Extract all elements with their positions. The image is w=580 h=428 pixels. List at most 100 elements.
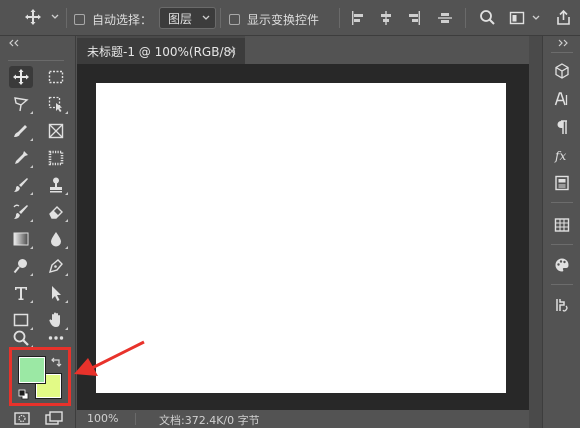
crop-tool[interactable] bbox=[44, 147, 68, 169]
lasso-icon bbox=[14, 97, 29, 112]
screen-mode-icon[interactable] bbox=[44, 410, 64, 426]
character-panel-button[interactable] bbox=[551, 88, 573, 110]
quick-mask-icon[interactable] bbox=[13, 410, 31, 426]
move-tool-preset[interactable] bbox=[24, 8, 60, 26]
show-transform-checkbox[interactable] bbox=[229, 14, 240, 25]
annotation-arrow bbox=[74, 340, 145, 376]
align-center-button[interactable] bbox=[378, 10, 394, 26]
pen-tool[interactable] bbox=[44, 255, 68, 277]
auto-select-toggle[interactable]: 自动选择： bbox=[74, 11, 152, 28]
separator bbox=[551, 244, 573, 245]
chevron-down-icon bbox=[51, 14, 59, 19]
corner-arrow-icon bbox=[30, 111, 33, 114]
corner-arrow-icon bbox=[65, 273, 68, 276]
svg-text:fx: fx bbox=[554, 149, 566, 163]
align-left-icon bbox=[352, 11, 363, 25]
drop-icon bbox=[51, 232, 61, 247]
character-icon bbox=[554, 92, 568, 106]
path-selection-tool[interactable] bbox=[44, 282, 68, 304]
move-icon bbox=[25, 9, 41, 25]
brush-icon bbox=[14, 178, 28, 192]
table-panel-button[interactable] bbox=[551, 214, 573, 236]
lasso-tool[interactable] bbox=[9, 93, 33, 115]
auto-select-dropdown[interactable]: 图层 bbox=[159, 7, 217, 29]
pen-icon bbox=[48, 259, 63, 274]
corner-arrow-icon bbox=[65, 246, 68, 249]
workspace-button[interactable] bbox=[509, 10, 541, 26]
properties-panel-button[interactable] bbox=[551, 172, 573, 194]
frame-icon bbox=[48, 123, 64, 139]
more-dots-icon bbox=[48, 336, 64, 340]
align-left-button[interactable] bbox=[350, 10, 366, 26]
corner-arrow-icon bbox=[65, 192, 68, 195]
show-transform-toggle[interactable]: 显示变换控件 bbox=[229, 11, 319, 28]
status-bar: 100% 文档:372.4K/0 字节 bbox=[77, 410, 529, 428]
corner-arrow-icon bbox=[30, 165, 33, 168]
clone-stamp-tool[interactable] bbox=[44, 174, 68, 196]
auto-select-label: 自动选择： bbox=[92, 13, 153, 27]
share-button[interactable] bbox=[555, 9, 572, 26]
gradient-tool[interactable] bbox=[9, 228, 33, 250]
pen-brush-tool[interactable] bbox=[9, 120, 33, 142]
canvas[interactable] bbox=[96, 83, 506, 393]
3d-panel-button[interactable] bbox=[551, 60, 573, 82]
history-brush-icon bbox=[13, 204, 28, 219]
eyedropper-icon bbox=[15, 151, 28, 164]
corner-arrow-icon bbox=[30, 192, 33, 195]
separator bbox=[135, 413, 136, 425]
brush-tool[interactable] bbox=[9, 174, 33, 196]
separator bbox=[551, 52, 573, 53]
history-brush-tool[interactable] bbox=[9, 201, 33, 223]
corner-arrow-icon bbox=[65, 300, 68, 303]
eraser-icon bbox=[49, 206, 63, 219]
paragraph-panel-button[interactable] bbox=[551, 116, 573, 138]
fx-styles-icon: fx bbox=[554, 149, 566, 163]
color-palette-icon bbox=[555, 258, 569, 272]
search-icon bbox=[480, 10, 495, 25]
align-right-button[interactable] bbox=[406, 10, 422, 26]
search-button[interactable] bbox=[479, 9, 496, 26]
options-bar: 自动选择： 图层 显示变换控件 bbox=[0, 0, 580, 36]
corner-arrow-icon bbox=[65, 219, 68, 222]
workspace-icon bbox=[509, 11, 525, 25]
share-icon bbox=[557, 9, 570, 25]
frame-tool[interactable] bbox=[44, 120, 68, 142]
move-icon bbox=[13, 69, 29, 85]
separator bbox=[220, 8, 221, 28]
zoom-level[interactable]: 100% bbox=[87, 412, 118, 425]
paths-panel-button[interactable] bbox=[551, 294, 573, 316]
3d-cube-icon bbox=[555, 63, 569, 79]
corner-arrow-icon bbox=[30, 219, 33, 222]
table-icon bbox=[554, 218, 570, 232]
close-tab-icon[interactable]: × bbox=[227, 44, 237, 58]
expand-panel-icon[interactable] bbox=[557, 39, 569, 47]
type-tool[interactable] bbox=[9, 282, 33, 304]
collapse-panel-icon[interactable] bbox=[8, 39, 20, 47]
dodge-tool[interactable] bbox=[9, 255, 33, 277]
show-transform-label: 显示变换控件 bbox=[247, 13, 320, 27]
corner-arrow-icon bbox=[30, 273, 33, 276]
document-info: 文档:372.4K/0 字节 bbox=[159, 414, 260, 427]
color-panel-button[interactable] bbox=[551, 254, 573, 276]
eyedropper-tool[interactable] bbox=[9, 147, 33, 169]
more-tools[interactable] bbox=[44, 327, 68, 349]
object-selection-tool[interactable] bbox=[44, 93, 68, 115]
zoom-tool[interactable] bbox=[9, 327, 33, 349]
styles-panel-button[interactable]: fx bbox=[551, 144, 573, 166]
separator bbox=[465, 8, 466, 28]
properties-icon bbox=[555, 175, 569, 191]
move-tool[interactable] bbox=[9, 66, 33, 88]
document-tab[interactable]: 未标题-1 @ 100%(RGB/8) × bbox=[77, 36, 245, 64]
gradient-icon bbox=[13, 232, 29, 246]
marquee-icon bbox=[48, 70, 64, 84]
corner-arrow-icon bbox=[30, 138, 33, 141]
blur-tool[interactable] bbox=[44, 228, 68, 250]
eraser-tool[interactable] bbox=[44, 201, 68, 223]
align-horizontal-center-icon bbox=[381, 11, 391, 25]
corner-arrow-icon bbox=[30, 246, 33, 249]
auto-select-checkbox[interactable] bbox=[74, 14, 85, 25]
align-top-button[interactable] bbox=[437, 10, 453, 26]
highlight-box bbox=[9, 347, 71, 406]
chevron-down-icon bbox=[532, 15, 540, 20]
rectangular-marquee-tool[interactable] bbox=[44, 66, 68, 88]
